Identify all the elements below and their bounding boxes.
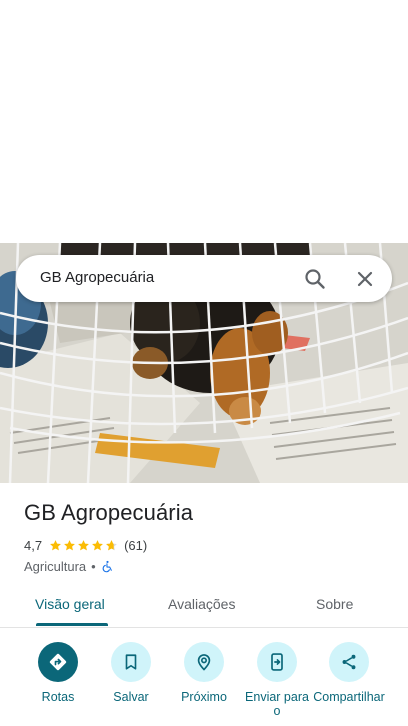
nearby-label: Próximo <box>181 690 227 704</box>
map-blank-area <box>0 0 408 243</box>
send-to-phone-label: Enviar para o <box>245 690 309 718</box>
star-icon <box>64 539 75 550</box>
send-to-phone-button[interactable]: Enviar para o <box>240 642 314 718</box>
half-star-icon <box>106 539 117 550</box>
nearby-icon[interactable] <box>184 642 224 682</box>
star-icon <box>92 539 103 550</box>
place-category[interactable]: Agricultura <box>24 559 86 574</box>
place-title: GB Agropecuária <box>24 500 194 525</box>
nearby-button[interactable]: Próximo <box>167 642 241 704</box>
active-tab-indicator <box>36 623 108 626</box>
rating-row[interactable]: 4,7 (61) <box>24 536 147 554</box>
share-label: Compartilhar <box>313 690 385 704</box>
place-tabs: Visão geral Avaliações Sobre <box>0 583 408 628</box>
send-to-phone-icon[interactable] <box>257 642 297 682</box>
directions-icon[interactable] <box>38 642 78 682</box>
review-count[interactable]: (61) <box>124 538 147 553</box>
rating-value: 4,7 <box>24 537 43 553</box>
search-bar[interactable]: GB Agropecuária <box>16 255 392 302</box>
directions-label: Rotas <box>41 690 75 704</box>
save-button[interactable]: Salvar <box>94 642 168 704</box>
search-query[interactable]: GB Agropecuária <box>40 269 154 286</box>
wheelchair-accessible-icon <box>102 560 112 572</box>
tab-overview[interactable]: Visão geral <box>35 596 105 612</box>
category-row: Agricultura • <box>24 557 114 575</box>
save-label: Salvar <box>113 690 149 704</box>
share-icon[interactable] <box>329 642 369 682</box>
tab-reviews[interactable]: Avaliações <box>168 596 235 612</box>
star-icon <box>50 539 61 550</box>
action-buttons: Rotas Salvar Próximo Enviar para o Compa… <box>0 640 408 726</box>
bookmark-icon[interactable] <box>111 642 151 682</box>
close-icon[interactable] <box>351 265 379 293</box>
rating-stars <box>49 539 118 552</box>
tab-about[interactable]: Sobre <box>316 596 353 612</box>
separator-dot: • <box>91 558 96 574</box>
directions-button[interactable]: Rotas <box>21 642 95 704</box>
search-icon[interactable] <box>301 265 329 293</box>
star-icon <box>78 539 89 550</box>
share-button[interactable]: Compartilhar <box>312 642 386 704</box>
